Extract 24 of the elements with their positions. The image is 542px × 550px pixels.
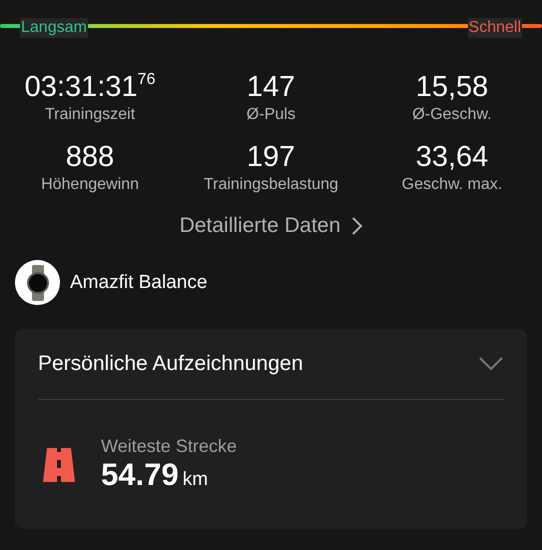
records-title: Persönliche Aufzeichnungen [38,352,304,376]
record-unit: km [182,469,208,491]
stat-label: Geschw. max. [402,176,502,194]
fast-label: Schnell [468,18,522,38]
details-link[interactable]: Detaillierte Daten [179,214,363,238]
chevron-right-icon [350,216,363,236]
stat-value: 33,64 [416,140,488,174]
record-label: Weiteste Strecke [101,436,237,457]
stat-label: Trainingsbelastung [204,176,338,194]
road-icon [43,448,75,482]
stat-label: Ø-Puls [246,106,296,124]
stat-value: 147 [246,70,296,104]
stat-value: 03:31:31$^{76}$ [24,70,156,104]
stat-label: Trainingszeit [44,106,136,124]
record-value: 54.79 [101,457,179,493]
stat-value: 888 [66,140,114,174]
stat-label: Ø-Geschw. [412,106,492,124]
slow-label: Langsam [20,18,88,38]
chevron-down-icon[interactable] [478,356,504,372]
stat-label: Höhengewinn [41,176,139,194]
stat-value: 15,58 [416,70,488,104]
watch-icon [26,264,50,300]
stat-value: 197 [246,140,296,174]
device-name: Amazfit Balance [70,272,208,294]
